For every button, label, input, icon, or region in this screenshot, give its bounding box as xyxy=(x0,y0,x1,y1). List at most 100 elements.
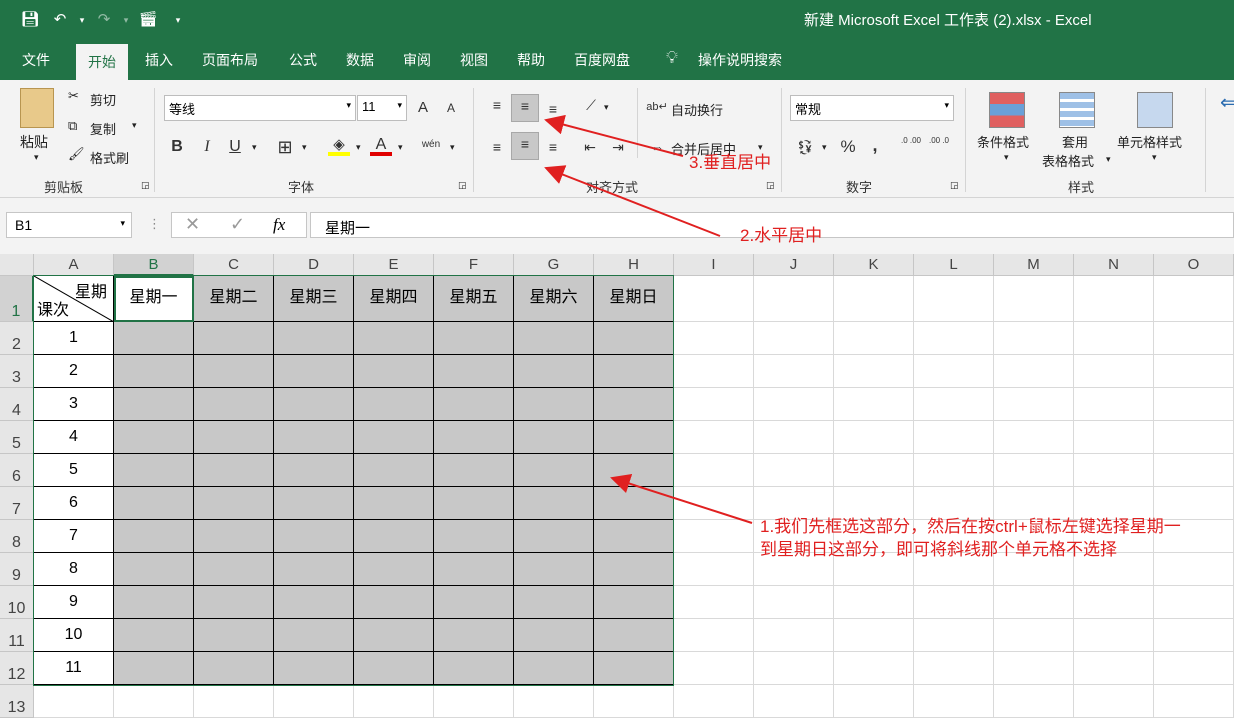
fill-color-icon[interactable]: ◈ xyxy=(328,134,350,156)
cell-j4[interactable] xyxy=(754,388,834,421)
cell-f11[interactable] xyxy=(434,619,514,652)
font-size-select[interactable]: 11 ▾ xyxy=(357,95,407,121)
cell-c7[interactable] xyxy=(194,487,274,520)
paste-dropdown-icon[interactable]: ▾ xyxy=(34,152,39,163)
cell-i12[interactable] xyxy=(674,652,754,685)
cell-k10[interactable] xyxy=(834,586,914,619)
cell-n2[interactable] xyxy=(1074,322,1154,355)
cell-j13[interactable] xyxy=(754,685,834,718)
cell-f9[interactable] xyxy=(434,553,514,586)
column-header-j[interactable]: J xyxy=(754,254,834,276)
tab-view[interactable]: 视图 xyxy=(460,50,488,70)
cell-m4[interactable] xyxy=(994,388,1074,421)
cell-j5[interactable] xyxy=(754,421,834,454)
conditional-format-icon[interactable] xyxy=(989,92,1025,128)
cell-m3[interactable] xyxy=(994,355,1074,388)
cell-k1[interactable] xyxy=(834,276,914,322)
cell-i6[interactable] xyxy=(674,454,754,487)
tab-page-layout[interactable]: 页面布局 xyxy=(202,50,258,70)
cell-o3[interactable] xyxy=(1154,355,1234,388)
cell-styles-dropdown-icon[interactable]: ▾ xyxy=(1152,152,1157,163)
cell-c13[interactable] xyxy=(194,685,274,718)
column-header-o[interactable]: O xyxy=(1154,254,1234,276)
cell-l12[interactable] xyxy=(914,652,994,685)
fill-color-dropdown-icon[interactable]: ▾ xyxy=(356,142,361,153)
cut-button[interactable]: 剪切 xyxy=(90,90,116,109)
row-header-9[interactable]: 9 xyxy=(0,553,34,586)
cell-n6[interactable] xyxy=(1074,454,1154,487)
cell-a8[interactable]: 7 xyxy=(34,520,114,553)
cell-i9[interactable] xyxy=(674,553,754,586)
increase-decimal-icon[interactable]: .0 .00 xyxy=(900,136,922,158)
cell-g4[interactable] xyxy=(514,388,594,421)
redo-dropdown-icon[interactable]: ▾ xyxy=(122,8,130,32)
undo-icon[interactable]: ↶ xyxy=(48,8,72,32)
cell-h4[interactable] xyxy=(594,388,674,421)
tab-review[interactable]: 审阅 xyxy=(403,50,431,70)
cell-g5[interactable] xyxy=(514,421,594,454)
orientation-icon[interactable]: ⟋ xyxy=(580,94,602,116)
cell-m5[interactable] xyxy=(994,421,1074,454)
cell-k4[interactable] xyxy=(834,388,914,421)
cell-i2[interactable] xyxy=(674,322,754,355)
cell-f8[interactable] xyxy=(434,520,514,553)
cell-h11[interactable] xyxy=(594,619,674,652)
row-header-12[interactable]: 12 xyxy=(0,652,34,685)
cell-h2[interactable] xyxy=(594,322,674,355)
cell-d9[interactable] xyxy=(274,553,354,586)
conditional-dropdown-icon[interactable]: ▾ xyxy=(1004,152,1009,163)
column-header-l[interactable]: L xyxy=(914,254,994,276)
cell-b13[interactable] xyxy=(114,685,194,718)
cell-i8[interactable] xyxy=(674,520,754,553)
row-header-6[interactable]: 6 xyxy=(0,454,34,487)
cell-a10[interactable]: 9 xyxy=(34,586,114,619)
number-launcher-icon[interactable]: ◲ xyxy=(950,180,959,191)
copy-button[interactable]: 复制 xyxy=(90,119,116,138)
insert-cells-icon[interactable]: ⇐ xyxy=(1220,90,1234,115)
align-left-icon[interactable]: ≡ xyxy=(486,136,508,158)
cell-e1[interactable]: 星期四 xyxy=(354,276,434,322)
cell-k3[interactable] xyxy=(834,355,914,388)
cell-o1[interactable] xyxy=(1154,276,1234,322)
cell-g3[interactable] xyxy=(514,355,594,388)
cell-f2[interactable] xyxy=(434,322,514,355)
decrease-decimal-icon[interactable]: .00 .0 xyxy=(928,136,950,158)
cell-styles-icon[interactable] xyxy=(1137,92,1173,128)
cell-l3[interactable] xyxy=(914,355,994,388)
cell-a12[interactable]: 11 xyxy=(34,652,114,685)
cell-a6[interactable]: 5 xyxy=(34,454,114,487)
cell-l2[interactable] xyxy=(914,322,994,355)
cell-c8[interactable] xyxy=(194,520,274,553)
cell-b5[interactable] xyxy=(114,421,194,454)
underline-button[interactable]: U xyxy=(224,136,246,158)
cell-b10[interactable] xyxy=(114,586,194,619)
shrink-font-icon[interactable]: A xyxy=(440,97,462,119)
cell-f7[interactable] xyxy=(434,487,514,520)
cell-d3[interactable] xyxy=(274,355,354,388)
increase-indent-icon[interactable]: ⇥ xyxy=(607,136,629,158)
phonetic-icon[interactable]: wén xyxy=(420,134,442,156)
cell-j2[interactable] xyxy=(754,322,834,355)
cell-n3[interactable] xyxy=(1074,355,1154,388)
cell-d7[interactable] xyxy=(274,487,354,520)
cell-c11[interactable] xyxy=(194,619,274,652)
phonetic-dropdown-icon[interactable]: ▾ xyxy=(450,142,455,153)
cell-h3[interactable] xyxy=(594,355,674,388)
cell-l5[interactable] xyxy=(914,421,994,454)
cell-f5[interactable] xyxy=(434,421,514,454)
cell-e4[interactable] xyxy=(354,388,434,421)
cell-h1[interactable]: 星期日 xyxy=(594,276,674,322)
cell-h13[interactable] xyxy=(594,685,674,718)
cell-styles-button[interactable]: 单元格样式 xyxy=(1117,132,1182,151)
format-painter-button[interactable]: 格式刷 xyxy=(90,148,129,167)
cell-l6[interactable] xyxy=(914,454,994,487)
tab-help[interactable]: 帮助 xyxy=(517,50,545,70)
cell-i10[interactable] xyxy=(674,586,754,619)
insert-function-icon[interactable]: fx xyxy=(273,215,285,235)
number-format-select[interactable]: 常规 ▾ xyxy=(790,95,954,121)
cell-k6[interactable] xyxy=(834,454,914,487)
comma-icon[interactable]: , xyxy=(864,134,886,156)
cell-b2[interactable] xyxy=(114,322,194,355)
cell-h5[interactable] xyxy=(594,421,674,454)
column-header-f[interactable]: F xyxy=(434,254,514,276)
